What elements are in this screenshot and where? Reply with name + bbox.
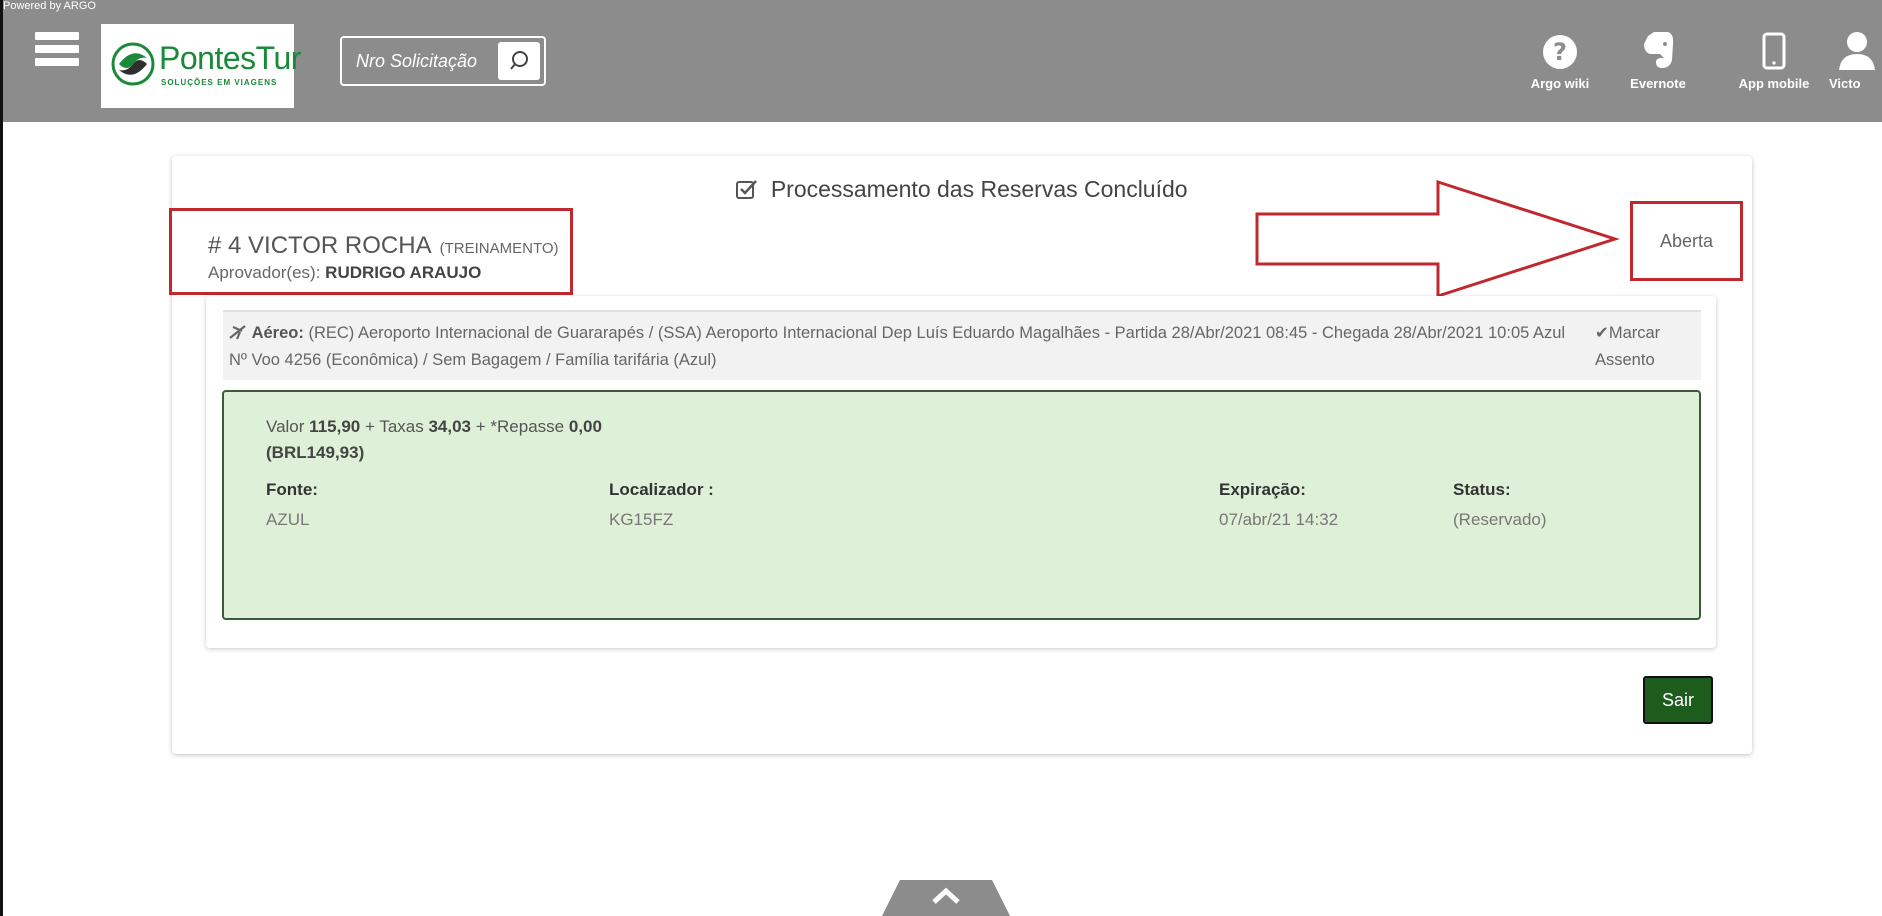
search-icon [510,51,528,70]
marcar-assento-link[interactable]: ✔Marcar Assento [1595,320,1695,374]
evernote-label: Evernote [1630,76,1686,91]
app-mobile-label: App mobile [1738,76,1810,91]
repasse-value: 0,00 [568,417,602,436]
localizador-label: Localizador : [609,480,714,499]
argo-wiki-link[interactable]: ? Argo wiki [1515,28,1605,91]
processing-title-text: Processamento das Reservas Concluído [770,176,1188,202]
logo-brand-text: PontesTur [159,40,301,76]
fonte-value: AZUL [266,510,310,529]
request-tag: (TREINAMENTO) [439,240,559,257]
app-mobile-link[interactable]: App mobile [1729,28,1819,91]
user-menu[interactable]: Victo [1829,28,1882,91]
pontestur-logo-icon [111,42,155,86]
request-title: # 4 VICTOR ROCHA (TREINAMENTO) [208,232,559,260]
user-name-label: Victo [1829,76,1861,91]
booking-details: Valor 115,90 + Taxas 34,03 + *Repasse 0,… [222,390,1701,620]
evernote-link[interactable]: Evernote [1613,28,1703,91]
powered-by-text: Powered by ARGO [3,0,96,12]
top-navbar: Powered by ARGO PontesTur SOLUÇÕES EM VI… [3,0,1882,122]
fonte-label: Fonte: [266,480,318,499]
request-status: Aberta [1660,231,1714,251]
valor-label: Valor [266,417,305,436]
argo-wiki-label: Argo wiki [1530,76,1590,91]
company-logo[interactable]: PontesTur SOLUÇÕES EM VIAGENS [101,24,301,108]
localizador-value: KG15FZ [609,510,674,529]
menu-icon[interactable] [35,32,79,70]
sair-button[interactable]: Sair [1643,676,1713,724]
expiracao-value: 07/abr/21 14:32 [1219,510,1339,529]
question-icon: ? [1543,35,1577,69]
status-value: (Reservado) [1453,510,1547,529]
status-label: Status: [1453,480,1511,499]
valor-value: 115,90 [309,417,361,436]
user-icon [1839,32,1875,70]
approver-name: RUDRIGO ARAUJO [325,263,482,282]
svg-text:?: ? [1553,38,1567,66]
search-button[interactable] [498,42,540,80]
mobile-icon [1762,32,1786,70]
request-search-input[interactable] [348,44,492,78]
approver-line: Aprovador(es): RUDRIGO ARAUJO [208,263,481,283]
taxas-value: 34,03 [428,417,472,436]
evernote-icon [1644,32,1674,68]
checkbox-checked-icon [736,180,758,199]
request-number: # 4 VICTOR ROCHA [208,232,432,259]
flight-details: (REC) Aeroporto Internacional de Guarara… [229,324,1566,369]
airplane-icon [229,325,246,340]
right-arrow-annotation [1255,179,1620,299]
taxas-label: + Taxas [364,417,424,436]
expiracao-label: Expiração: [1219,480,1306,499]
logo-tagline: SOLUÇÕES EM VIAGENS [161,78,278,87]
flight-description: Aéreo: (REC) Aeroporto Internacional de … [229,320,1574,374]
request-search [340,36,546,86]
total-value: (BRL149,93) [266,443,365,462]
flight-row: Aéreo: (REC) Aeroporto Internacional de … [223,310,1701,380]
price-summary: Valor 115,90 + Taxas 34,03 + *Repasse 0,… [266,414,602,466]
flight-type-label: Aéreo: [251,324,304,342]
scroll-top-button[interactable] [882,880,1010,916]
repasse-label: + *Repasse [475,417,565,436]
approver-label: Aprovador(es): [208,263,321,282]
